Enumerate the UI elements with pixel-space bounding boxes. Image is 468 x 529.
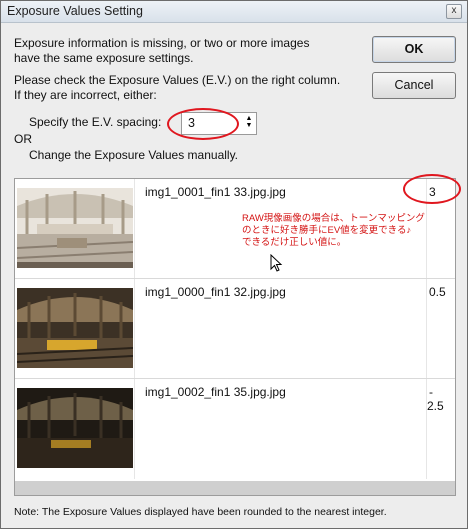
close-icon: x bbox=[451, 5, 457, 16]
annotation-text: RAW現像画像の場合は、トーンマッピング のときに好き勝手にEV値を変更できる♪… bbox=[242, 213, 452, 249]
image-filename: img1_0000_fin1 32.jpg.jpg bbox=[145, 285, 286, 299]
image-filename: img1_0002_fin1 35.jpg.jpg bbox=[145, 385, 286, 399]
title-bar: Exposure Values Setting x bbox=[1, 1, 467, 23]
annotation-line-2: のときに好き勝手にEV値を変更できる♪ bbox=[242, 225, 412, 236]
footer-note: Note: The Exposure Values displayed have… bbox=[14, 506, 387, 518]
spin-arrows-icon[interactable]: ▲ ▼ bbox=[244, 115, 254, 131]
exposure-values-dialog: Exposure Values Setting x Exposure infor… bbox=[0, 0, 468, 529]
image-row[interactable]: img1_0002_fin1 35.jpg.jpg - 2.5 bbox=[15, 379, 455, 479]
message-line-2: have the same exposure settings. bbox=[14, 51, 194, 65]
annotation-line-1: RAW現像画像の場合は、トーンマッピング bbox=[242, 213, 425, 224]
exposure-value[interactable]: 0.5 bbox=[429, 285, 446, 299]
or-label: OR bbox=[14, 132, 32, 146]
image-row[interactable]: img1_0000_fin1 32.jpg.jpg 0.5 bbox=[15, 279, 455, 379]
image-thumbnail bbox=[17, 388, 133, 468]
image-thumbnail bbox=[17, 288, 133, 368]
exposure-value-sign: - bbox=[429, 385, 433, 399]
cancel-button[interactable]: Cancel bbox=[372, 72, 456, 99]
highlight-oval-spacing bbox=[167, 108, 239, 140]
ok-button[interactable]: OK bbox=[372, 36, 456, 63]
message-line-3: Please check the Exposure Values (E.V.) … bbox=[14, 73, 341, 87]
manual-change-label: Change the Exposure Values manually. bbox=[29, 148, 239, 162]
message-line-4: If they are incorrect, either: bbox=[14, 88, 157, 102]
mouse-cursor-icon bbox=[270, 253, 284, 277]
window-title: Exposure Values Setting bbox=[7, 4, 143, 18]
image-thumbnail bbox=[17, 188, 133, 268]
highlight-oval-ev bbox=[403, 174, 461, 204]
list-status-bar bbox=[14, 481, 456, 496]
exposure-value-number: 2.5 bbox=[427, 399, 444, 413]
close-button[interactable]: x bbox=[446, 4, 462, 19]
spacing-label: Specify the E.V. spacing: bbox=[29, 115, 162, 129]
annotation-line-3: できるだけ正しい値に。 bbox=[242, 237, 347, 248]
exposure-value[interactable]: - 2.5 bbox=[427, 385, 444, 413]
image-filename: img1_0001_fin1 33.jpg.jpg bbox=[145, 185, 286, 199]
message-line-1: Exposure information is missing, or two … bbox=[14, 36, 310, 50]
